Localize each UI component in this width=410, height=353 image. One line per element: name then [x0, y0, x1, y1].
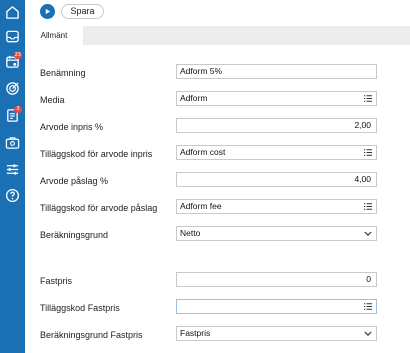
addon-fee-markup-value: Adform fee	[180, 201, 222, 211]
help-icon[interactable]	[3, 186, 22, 205]
save-button[interactable]: Spara	[61, 4, 104, 19]
addon-fixed-label: Tilläggskod Fastpris	[40, 303, 120, 313]
tab-general[interactable]: Allmänt	[25, 26, 83, 45]
target-icon[interactable]	[3, 79, 22, 98]
list-icon[interactable]	[364, 303, 372, 310]
briefcase-icon[interactable]	[3, 133, 22, 152]
tab-bar: Allmänt	[25, 26, 410, 45]
sliders-icon[interactable]	[3, 160, 22, 179]
addon-fee-cost-select[interactable]: Adform cost	[176, 145, 377, 160]
document-badge: 3	[14, 106, 22, 113]
fixed-price-label: Fastpris	[40, 276, 73, 286]
calc-basis-label: Beräkningsgrund	[40, 230, 109, 240]
calendar-icon[interactable]: 23	[3, 52, 22, 71]
calc-basis-value: Netto	[180, 228, 201, 238]
calendar-badge: 23	[13, 52, 22, 59]
inbox-icon[interactable]	[3, 27, 22, 46]
calc-basis-fixed-dropdown[interactable]: Fastpris	[176, 326, 377, 341]
calc-basis-dropdown[interactable]: Netto	[176, 226, 377, 241]
fixed-price-input[interactable]: 0	[176, 272, 377, 287]
name-label: Benämning	[40, 68, 86, 78]
home-icon[interactable]	[3, 3, 22, 22]
name-input[interactable]: Adform 5%	[176, 64, 377, 79]
list-icon[interactable]	[364, 149, 372, 156]
calc-basis-fixed-value: Fastpris	[180, 328, 211, 338]
media-select[interactable]: Adform	[176, 91, 377, 106]
list-icon[interactable]	[364, 203, 372, 210]
media-value: Adform	[180, 93, 208, 103]
fee-markup-label: Arvode påslag %	[40, 176, 109, 186]
addon-fee-cost-value: Adform cost	[180, 147, 226, 157]
list-icon[interactable]	[364, 95, 372, 102]
fee-cost-label: Arvode inpris %	[40, 122, 104, 132]
addon-fee-cost-label: Tilläggskod för arvode inpris	[40, 149, 153, 159]
media-label: Media	[40, 95, 65, 105]
sidebar: 23 3	[0, 0, 25, 353]
addon-fee-markup-select[interactable]: Adform fee	[176, 199, 377, 214]
calc-basis-fixed-label: Beräkningsgrund Fastpris	[40, 330, 143, 340]
chevron-down-icon	[364, 231, 372, 237]
play-icon	[45, 8, 51, 15]
document-icon[interactable]: 3	[3, 106, 22, 125]
fee-markup-input[interactable]: 4,00	[176, 172, 377, 187]
play-button[interactable]	[40, 4, 55, 19]
addon-fee-markup-label: Tilläggskod för arvode påslag	[40, 203, 158, 213]
addon-fixed-select[interactable]	[176, 299, 377, 314]
fee-cost-input[interactable]: 2,00	[176, 118, 377, 133]
chevron-down-icon	[364, 331, 372, 337]
